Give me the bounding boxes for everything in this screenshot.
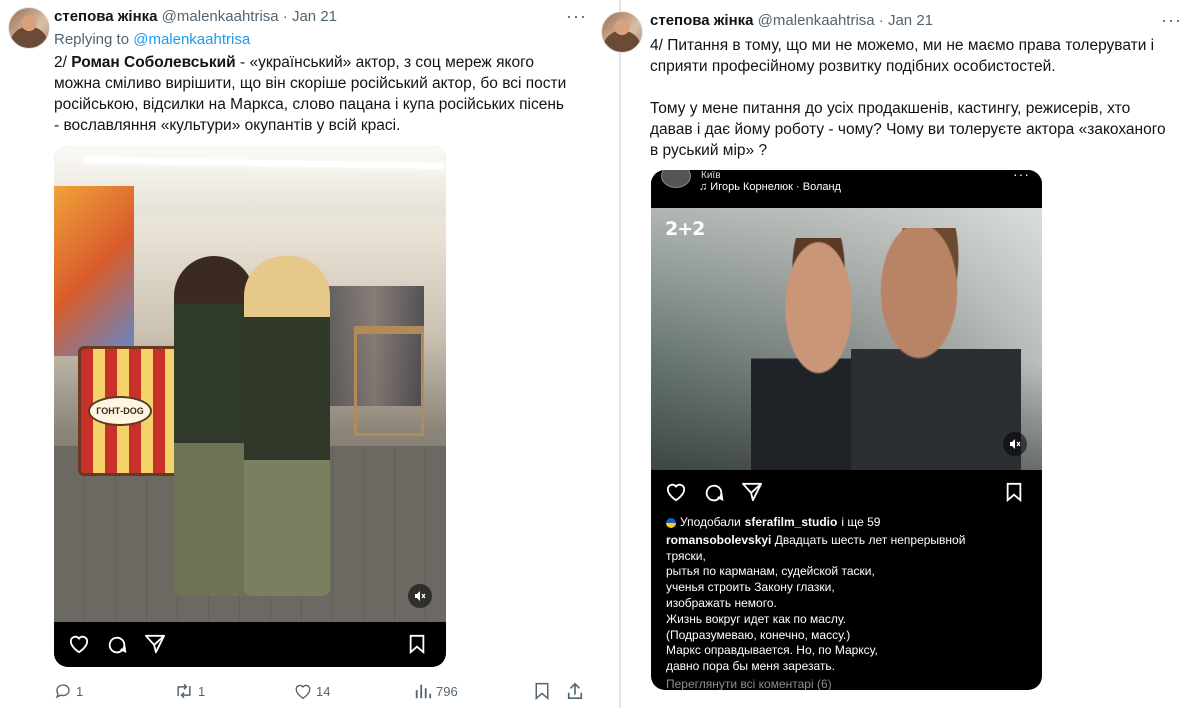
like-count: 14: [316, 683, 331, 699]
author-name-right[interactable]: степова жінка: [650, 12, 754, 29]
caption-line-1: тряски,: [666, 548, 706, 563]
instagram-action-bar-right: [651, 470, 1042, 515]
bookmark-button[interactable]: [534, 680, 550, 702]
photo-person-right: [851, 228, 1021, 470]
tweet-header-right: степова жінка @malenkaahtrisa · Jan 21: [650, 12, 933, 29]
tweet-header: степова жінка @malenkaahtrisa · Jan 21: [54, 8, 337, 25]
photo-person-woman: [244, 256, 330, 596]
like-icon[interactable]: [68, 634, 90, 654]
retweet-button[interactable]: 1: [174, 680, 205, 702]
photo-person-man: [174, 256, 254, 596]
bookmark-icon-right[interactable]: [1005, 482, 1023, 502]
reply-count: 1: [76, 683, 84, 699]
mute-icon[interactable]: [408, 584, 432, 608]
text-line-1-right: 4/ Питання в тому, що ми не можемо, ми н…: [650, 37, 1155, 54]
ig-music-track[interactable]: ♫ Игорь Корнелюк · Воланд: [699, 181, 841, 193]
author-avatar-right[interactable]: [601, 11, 643, 53]
caption-line-2: рытья по карманам, судейской таски,: [666, 564, 875, 579]
ig-caption-block: Уподобали sferafilm_studio і ще 59 roman…: [666, 515, 1036, 690]
view-all-comments-link[interactable]: Переглянути всі коментарі (6): [666, 677, 1036, 690]
photo-couple[interactable]: ГОНТ-DOG: [54, 146, 446, 622]
bookmark-icon[interactable]: [408, 634, 426, 654]
reply-icon: [55, 684, 70, 699]
photo-kiss[interactable]: 2+2: [651, 208, 1042, 470]
text-line-4-right: давав і дає йому роботу - чому? Чому ви …: [650, 121, 1166, 138]
like-button[interactable]: 14: [294, 680, 330, 702]
tweet-date[interactable]: Jan 21: [292, 8, 337, 25]
author-avatar[interactable]: [8, 7, 50, 49]
share-icon[interactable]: [144, 634, 166, 654]
retweet-icon: [177, 683, 191, 699]
media-screenshot-right[interactable]: Київ ♫ Игорь Корнелюк · Воланд ··· 2+2 У…: [651, 170, 1042, 690]
text-line-3: російською, відсилки на Маркса, слово па…: [54, 96, 565, 113]
text-line-5-right: в руський мір» ?: [650, 142, 768, 159]
author-name[interactable]: степова жінка: [54, 8, 158, 25]
text-line-3-right: Тому у мене питання до усіх продакшенів,…: [650, 100, 1131, 117]
ig-location[interactable]: Київ: [701, 170, 721, 181]
more-options-icon[interactable]: ···: [566, 6, 587, 27]
caption-line-5: Жизнь вокруг идет как по маслу.: [666, 611, 847, 626]
comment-icon-right[interactable]: [703, 482, 725, 504]
caption-line-3: ученья строить Закону глазки,: [666, 580, 835, 595]
views-count: 796: [436, 683, 458, 699]
separator-right: ·: [878, 12, 884, 29]
bookmark-outline-icon: [535, 682, 549, 700]
tweet-date-right[interactable]: Jan 21: [888, 12, 933, 29]
retweet-count: 1: [198, 683, 206, 699]
text-line-4: - вославляння «культури» окупантів у всі…: [54, 117, 401, 134]
caption-line-0: romansobolevskyi Двадцать шесть лет непр…: [666, 533, 1036, 549]
ig-more-icon[interactable]: ···: [1013, 170, 1030, 182]
likes-user[interactable]: sferafilm_studio: [745, 515, 838, 531]
tweet-text-right: 4/ Питання в тому, що ми не можемо, ми н…: [650, 35, 1195, 161]
replying-to: Replying to @malenkaahtrisa: [54, 31, 250, 48]
text-line-2: можна сміливо вирішити, що він скоріше р…: [54, 75, 567, 92]
caption-line-6: (Подразумеваю, конечно, массу.): [666, 627, 851, 642]
upload-share-icon: [567, 682, 583, 700]
replying-prefix: Replying to: [54, 31, 130, 48]
caption-text-0: Двадцать шесть лет непрерывной: [771, 532, 966, 547]
tweet-actions: 1 1 14 796: [54, 680, 594, 702]
more-options-icon-right[interactable]: ···: [1161, 10, 1182, 31]
tv-channel-logo: 2+2: [665, 218, 705, 240]
views-button[interactable]: 796: [414, 680, 458, 702]
text-line-1: - «український» актор, з соц мереж якого: [235, 54, 535, 71]
share-button[interactable]: [566, 680, 584, 702]
author-handle[interactable]: @malenkaahtrisa: [162, 8, 279, 25]
tweet-text: 2/ Роман Соболевський - «український» ак…: [54, 52, 594, 136]
like-icon-right[interactable]: [665, 482, 687, 502]
views-icon: [415, 684, 432, 699]
actor-name: Роман Соболевський: [71, 54, 236, 71]
likes-prefix: Уподобали: [680, 515, 741, 529]
separator: ·: [282, 8, 288, 25]
thread-number: 2/: [54, 54, 67, 71]
text-line-2-right: сприяти професійному розвитку подібних о…: [650, 58, 1056, 75]
photo-table: [354, 326, 424, 436]
author-handle-right[interactable]: @malenkaahtrisa: [758, 12, 875, 29]
ukraine-flag-icon: [666, 517, 676, 528]
reply-button[interactable]: 1: [54, 680, 83, 702]
photo-mural: [54, 186, 134, 356]
ig-avatar[interactable]: [661, 170, 691, 188]
tweet-left[interactable]: степова жінка @malenkaahtrisa · Jan 21 ·…: [0, 0, 600, 708]
mute-icon-right[interactable]: [1003, 432, 1027, 456]
instagram-post-header: Київ ♫ Игорь Корнелюк · Воланд ···: [651, 170, 1042, 208]
ig-likes-line[interactable]: Уподобали sferafilm_studio і ще 59: [666, 515, 1036, 531]
photo-stand-sign: ГОНТ-DOG: [88, 396, 152, 426]
caption-line-4: изображать немого.: [666, 595, 777, 610]
caption-line-8: давно пора бы меня зарезать.: [666, 659, 836, 674]
caption-user[interactable]: romansobolevskyi: [666, 533, 771, 547]
share-icon-right[interactable]: [741, 482, 763, 502]
heart-icon: [295, 684, 311, 699]
replying-mention-link[interactable]: @malenkaahtrisa: [133, 31, 250, 48]
comment-icon[interactable]: [106, 634, 128, 656]
media-screenshot-left[interactable]: ГОНТ-DOG: [54, 146, 446, 667]
likes-suffix: і ще 59: [841, 515, 881, 529]
caption-line-7: Маркс оправдывается. Но, по Марксу,: [666, 643, 878, 658]
instagram-action-bar: [54, 622, 446, 667]
